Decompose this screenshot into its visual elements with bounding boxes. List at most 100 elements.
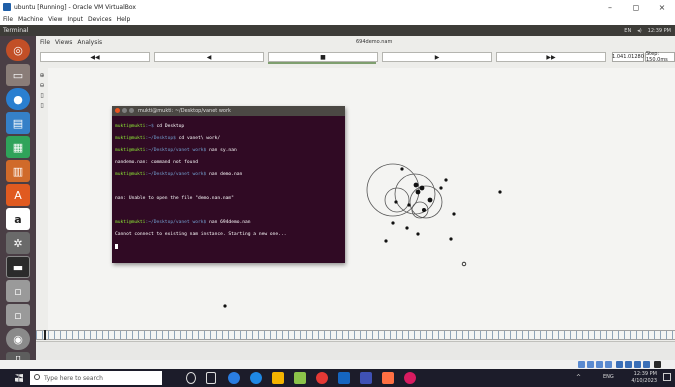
dash-home-icon[interactable]: ◎ bbox=[6, 39, 30, 61]
writer-icon[interactable]: ▤ bbox=[6, 112, 30, 134]
calc-icon[interactable]: ▦ bbox=[6, 136, 30, 158]
panel-button-b[interactable]: ▯ bbox=[37, 102, 47, 110]
close-button[interactable]: × bbox=[649, 0, 675, 14]
network-node bbox=[400, 167, 404, 171]
terminal-output[interactable]: mukti@mukti:~$ cd Desktop mukti@mukti:~/… bbox=[112, 116, 345, 266]
network-node bbox=[452, 212, 456, 216]
network-node bbox=[439, 186, 443, 190]
launcher-app-icon[interactable]: ▫ bbox=[6, 304, 30, 326]
store-icon[interactable] bbox=[294, 372, 306, 384]
network-icon[interactable] bbox=[625, 361, 632, 368]
nam-menu-views[interactable]: Views bbox=[55, 39, 72, 46]
chrome-icon[interactable] bbox=[250, 372, 262, 384]
wireless-range-circle bbox=[384, 187, 410, 213]
media-icon[interactable] bbox=[404, 372, 416, 384]
network-node bbox=[413, 182, 419, 188]
menu-file[interactable]: File bbox=[3, 16, 13, 23]
network-node bbox=[405, 226, 409, 230]
menu-input[interactable]: Input bbox=[67, 16, 83, 23]
maximize-button[interactable]: ◻ bbox=[623, 0, 649, 14]
ubuntu-status-area[interactable]: EN ◂) 12:39 PM bbox=[624, 25, 671, 36]
ubuntu-clock[interactable]: 12:39 PM bbox=[648, 28, 671, 34]
step-display: Step: 150.0ms bbox=[645, 51, 675, 63]
nam-app-icon[interactable]: ▫ bbox=[6, 280, 30, 302]
host-key-icon[interactable] bbox=[654, 361, 661, 368]
terminal-title-bar: mukti@mukti: ~/Desktop/vanet work bbox=[112, 106, 345, 116]
wireless-range-circle bbox=[409, 185, 443, 219]
taskbar-search-input[interactable]: Type here to search bbox=[30, 371, 162, 385]
wireless-range-circle bbox=[394, 173, 436, 215]
word-icon[interactable] bbox=[338, 372, 350, 384]
panel-button-a[interactable]: ▯ bbox=[37, 92, 47, 100]
terminal-cursor bbox=[115, 244, 118, 249]
vbox-title-bar: ubuntu [Running] - Oracle VM VirtualBox … bbox=[0, 0, 675, 14]
terminal-icon[interactable]: ▬ bbox=[6, 256, 30, 278]
terminal-line: nan: Unable to open the file "demo.nan.n… bbox=[115, 196, 234, 201]
timeline-marker[interactable] bbox=[44, 330, 46, 340]
optical-drive-icon[interactable] bbox=[587, 361, 594, 368]
network-node bbox=[415, 189, 421, 195]
terminal-close-icon[interactable] bbox=[115, 108, 120, 113]
network-node bbox=[416, 232, 420, 236]
opera-icon[interactable] bbox=[316, 372, 328, 384]
terminal-line bbox=[115, 244, 342, 252]
terminal-maximize-icon[interactable] bbox=[129, 108, 134, 113]
menu-machine[interactable]: Machine bbox=[18, 16, 43, 23]
step-back-button[interactable]: ◀ bbox=[154, 52, 264, 62]
terminal-line: mukti@mukti:~/Desktop/vanet work$ nan sy… bbox=[115, 148, 237, 153]
zoom-out-button[interactable]: ⊖ bbox=[37, 82, 47, 90]
nam-toolbar: ◀◀ ◀ ■ ▶ ▶▶ 1.041.01280 Step: 150.0ms bbox=[36, 50, 675, 64]
nam-timeline[interactable] bbox=[36, 330, 675, 340]
network-node bbox=[427, 197, 433, 203]
minimize-button[interactable]: – bbox=[597, 0, 623, 14]
volume-icon[interactable]: ◂) bbox=[637, 28, 641, 34]
cpu-icon[interactable] bbox=[643, 361, 650, 368]
nam-zoom-buttons: ⊕ ⊖ ▯ ▯ bbox=[36, 70, 48, 120]
nam-animation-canvas[interactable]: mukti@mukti: ~/Desktop/vanet work mukti@… bbox=[48, 68, 675, 330]
impress-icon[interactable]: ▥ bbox=[6, 160, 30, 182]
keyboard-layout[interactable]: EN bbox=[624, 28, 631, 34]
file-explorer-icon[interactable] bbox=[272, 372, 284, 384]
virtualbox-taskbar-icon[interactable] bbox=[360, 372, 372, 384]
taskbar-clock[interactable]: 12:39 PM 4/10/2023 bbox=[631, 371, 657, 385]
play-button[interactable]: ▶ bbox=[382, 52, 492, 62]
network-node bbox=[461, 261, 467, 267]
settings-gear-icon[interactable]: ✲ bbox=[6, 232, 30, 254]
display-icon[interactable] bbox=[616, 361, 623, 368]
firefox-icon[interactable]: ● bbox=[6, 88, 30, 110]
stop-button[interactable]: ■ bbox=[268, 52, 378, 62]
rewind-button[interactable]: ◀◀ bbox=[40, 52, 150, 62]
time-display: 1.041.01280 bbox=[612, 52, 644, 62]
task-view-icon[interactable] bbox=[206, 372, 216, 384]
terminal-minimize-icon[interactable] bbox=[122, 108, 127, 113]
menu-view[interactable]: View bbox=[48, 16, 62, 23]
notification-icon[interactable] bbox=[663, 373, 671, 381]
recording-icon[interactable] bbox=[634, 361, 641, 368]
active-app-name: Terminal bbox=[3, 27, 29, 34]
files-icon[interactable]: ▭ bbox=[6, 64, 30, 86]
edge-icon[interactable] bbox=[228, 372, 240, 384]
terminal-window[interactable]: mukti@mukti: ~/Desktop/vanet work mukti@… bbox=[112, 106, 345, 263]
cortana-icon[interactable] bbox=[186, 372, 196, 384]
menu-devices[interactable]: Devices bbox=[88, 16, 112, 23]
photos-icon[interactable] bbox=[382, 372, 394, 384]
nam-menu-analysis[interactable]: Analysis bbox=[77, 39, 102, 46]
shared-folder-icon[interactable] bbox=[605, 361, 612, 368]
window-controls: – ◻ × bbox=[597, 0, 675, 14]
zoom-in-button[interactable]: ⊕ bbox=[37, 72, 47, 80]
terminal-line: Cannot connect to existing nam instance.… bbox=[115, 232, 287, 237]
terminal-line: nandemo.nan: command not found bbox=[115, 160, 198, 165]
tray-language[interactable]: ENG bbox=[603, 374, 614, 380]
tray-chevron-icon[interactable]: ^ bbox=[576, 374, 581, 381]
amazon-icon[interactable]: a bbox=[6, 208, 30, 230]
menu-help[interactable]: Help bbox=[117, 16, 131, 23]
fast-forward-button[interactable]: ▶▶ bbox=[496, 52, 606, 62]
hdd-icon[interactable] bbox=[578, 361, 585, 368]
speed-slider[interactable] bbox=[268, 62, 376, 64]
terminal-line: mukti@mukti:~/Desktop/vanet work$ nan de… bbox=[115, 172, 243, 177]
dvd-icon[interactable]: ◉ bbox=[6, 328, 30, 350]
nam-menu-file[interactable]: File bbox=[40, 39, 50, 46]
software-center-icon[interactable]: A bbox=[6, 184, 30, 206]
usb-icon[interactable] bbox=[596, 361, 603, 368]
windows-start-icon[interactable] bbox=[15, 374, 23, 382]
